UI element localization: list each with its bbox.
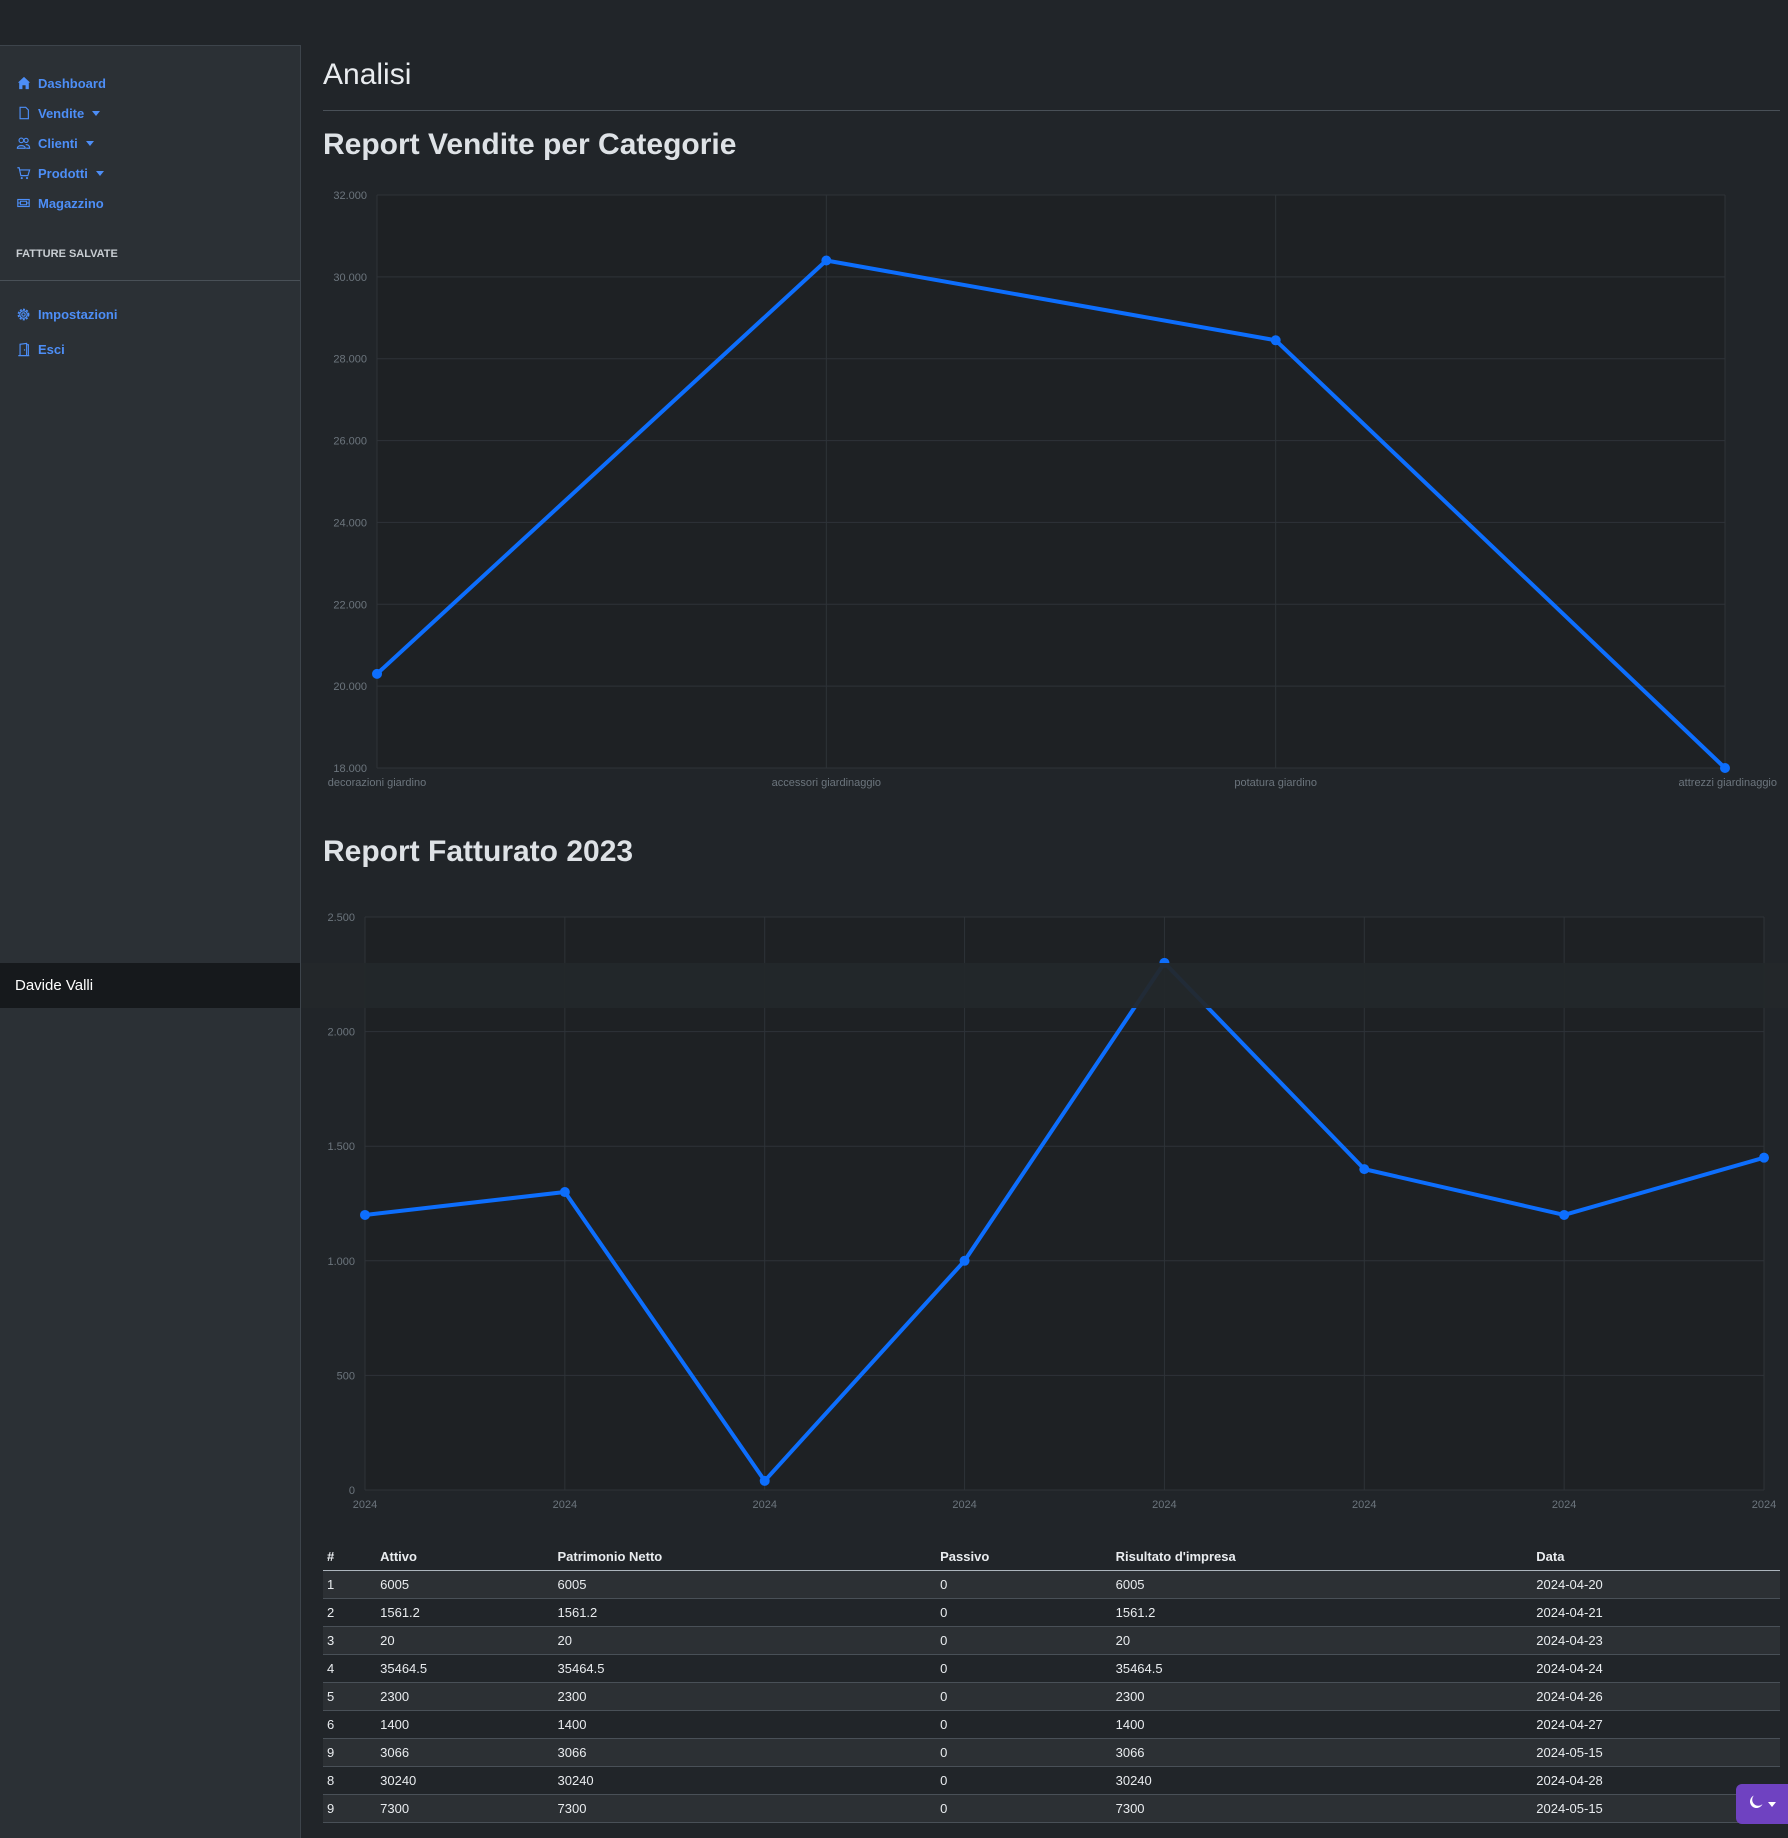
table-cell: 6	[323, 1710, 377, 1739]
table-cell: 2024-04-27	[1532, 1710, 1780, 1739]
column-header: Patrimonio Netto	[553, 1543, 937, 1571]
y-tick-label: 0	[349, 1485, 355, 1497]
table-cell: 1400	[376, 1710, 554, 1739]
table-cell: 35464.5	[1111, 1654, 1533, 1683]
x-tick-label: 2024	[353, 1499, 377, 1511]
table-row: 8 30240 30240 0 30240 2024-04-28	[323, 1766, 1780, 1795]
table-cell: 2300	[553, 1682, 937, 1711]
y-tick-label: 2.500	[327, 912, 355, 924]
y-tick-label: 2.000	[327, 1027, 355, 1039]
y-tick-label: 500	[337, 1370, 355, 1382]
table-cell: 2	[323, 1598, 377, 1627]
table-cell: 8	[323, 1766, 377, 1795]
table-cell: 2024-04-21	[1532, 1598, 1780, 1627]
data-point	[1359, 1164, 1370, 1175]
table-row: 1 6005 6005 0 6005 2024-04-20	[323, 1570, 1780, 1599]
table-cell: 7300	[376, 1794, 554, 1823]
column-header: #	[323, 1543, 377, 1571]
table-header-row: # Attivo Patrimonio Netto Passivo Risultato …	[323, 1543, 1780, 1571]
x-tick-label: 2024	[1152, 1499, 1176, 1511]
table-cell: 0	[936, 1794, 1112, 1823]
data-point	[559, 1187, 570, 1198]
table-cell: 3066	[553, 1738, 937, 1767]
table-cell: 20	[376, 1626, 554, 1655]
data-point	[1759, 1152, 1769, 1163]
table-cell: 0	[936, 1738, 1112, 1767]
column-header: Attivo	[376, 1543, 554, 1571]
theme-toggle-button[interactable]	[1736, 1784, 1788, 1824]
table-cell: 1561.2	[553, 1598, 937, 1627]
user-bar-backdrop	[301, 963, 1788, 1008]
table-cell: 1	[323, 1570, 377, 1599]
table-cell: 0	[936, 1598, 1112, 1627]
table-row: 2 1561.2 1561.2 0 1561.2 2024-04-21	[323, 1598, 1780, 1627]
table-cell: 6005	[376, 1570, 554, 1599]
table-cell: 1400	[553, 1710, 937, 1739]
table-cell: 20	[553, 1626, 937, 1655]
table-cell: 35464.5	[553, 1654, 937, 1683]
table-cell: 0	[936, 1570, 1112, 1599]
table-cell: 2300	[1111, 1682, 1533, 1711]
table-cell: 9	[323, 1738, 377, 1767]
financial-table: # Attivo Patrimonio Netto Passivo Risultato …	[323, 1543, 1780, 1823]
table-cell: 7300	[553, 1794, 937, 1823]
table-cell: 2024-04-20	[1532, 1570, 1780, 1599]
table-cell: 30240	[376, 1766, 554, 1795]
table-row: 3 20 20 0 20 2024-04-23	[323, 1626, 1780, 1655]
y-tick-label: 1.000	[327, 1256, 355, 1268]
table-cell: 2024-04-26	[1532, 1682, 1780, 1711]
table-cell: 0	[936, 1682, 1112, 1711]
table-cell: 2024-05-15	[1532, 1738, 1780, 1767]
table-cell: 2024-04-23	[1532, 1626, 1780, 1655]
x-tick-label: 2024	[553, 1499, 577, 1511]
table-cell: 6005	[1111, 1570, 1533, 1599]
x-tick-label: 2024	[952, 1499, 976, 1511]
table-cell: 3	[323, 1626, 377, 1655]
data-point	[360, 1209, 370, 1220]
data-point	[959, 1255, 970, 1266]
table-cell: 2024-04-24	[1532, 1654, 1780, 1683]
x-tick-label: 2024	[1552, 1499, 1576, 1511]
table-cell: 5	[323, 1682, 377, 1711]
table-cell: 4	[323, 1654, 377, 1683]
data-point	[1559, 1209, 1570, 1220]
column-header: Passivo	[936, 1543, 1112, 1571]
table-cell: 0	[936, 1654, 1112, 1683]
table-row: 9 3066 3066 0 3066 2024-05-15	[323, 1738, 1780, 1767]
column-header: Data	[1532, 1543, 1780, 1571]
column-header: Risultato d'impresa	[1111, 1543, 1533, 1571]
table-cell: 1400	[1111, 1710, 1533, 1739]
table-cell: 2300	[376, 1682, 554, 1711]
table-row: 6 1400 1400 0 1400 2024-04-27	[323, 1710, 1780, 1739]
table-cell: 0	[936, 1626, 1112, 1655]
moon-icon	[1748, 1794, 1764, 1815]
table-row: 9 7300 7300 0 7300 2024-05-15	[323, 1794, 1780, 1823]
table-cell: 6005	[553, 1570, 937, 1599]
x-tick-label: 2024	[752, 1499, 776, 1511]
table-cell: 1561.2	[1111, 1598, 1533, 1627]
y-tick-label: 1.500	[327, 1141, 355, 1153]
table-cell: 0	[936, 1710, 1112, 1739]
table-cell: 30240	[1111, 1766, 1533, 1795]
table-cell: 35464.5	[376, 1654, 554, 1683]
x-tick-label: 2024	[1752, 1499, 1776, 1511]
revenue-2023-chart: 0 500 1.000 1.500 2.000 2.500 2024 2024 2024 2024…	[327, 912, 1776, 1511]
table-cell: 1561.2	[376, 1598, 554, 1627]
table-cell: 3066	[1111, 1738, 1533, 1767]
table-cell: 20	[1111, 1626, 1533, 1655]
table-cell: 7300	[1111, 1794, 1533, 1823]
table-cell: 30240	[553, 1766, 937, 1795]
table-cell: 3066	[376, 1738, 554, 1767]
table-row: 4 35464.5 35464.5 0 35464.5 2024-04-24	[323, 1654, 1780, 1683]
x-tick-label: 2024	[1352, 1499, 1376, 1511]
user-name[interactable]: Davide Valli	[0, 963, 300, 1008]
table-row: 5 2300 2300 0 2300 2024-04-26	[323, 1682, 1780, 1711]
data-point	[759, 1475, 770, 1486]
table-cell: 9	[323, 1794, 377, 1823]
table-cell: 0	[936, 1766, 1112, 1795]
chevron-down-icon	[1768, 1801, 1776, 1807]
table-body: 1 6005 6005 0 6005 2024-04-20 2 1561.2 1561.2 0 15…	[323, 1570, 1780, 1823]
